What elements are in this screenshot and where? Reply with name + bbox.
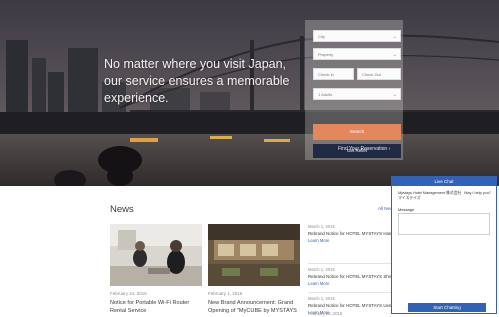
side-news-date: March 1, 2016 xyxy=(308,267,335,272)
start-chatting-button[interactable]: Start Chatting xyxy=(408,303,486,312)
side-news-headline[interactable]: Rebrand Notice for HOTEL MYSTAYS Ueno xyxy=(308,303,392,309)
find-reservation-link[interactable]: Find Your Reservation › xyxy=(338,146,390,152)
message-label: Message xyxy=(398,207,415,212)
news-thumbnail-wifi[interactable] xyxy=(110,224,202,286)
hero-headline: No matter where you visit Japan, our ser… xyxy=(104,57,290,105)
chevron-right-icon: › xyxy=(388,146,391,152)
live-chat-widget: Live Chat Mystays Hotel Management 株式会社マ… xyxy=(391,176,497,314)
hero-banner: No matter where you visit Japan, our ser… xyxy=(0,0,499,186)
divider xyxy=(308,263,392,264)
chat-help-text: May I help you? xyxy=(464,191,491,195)
search-button[interactable]: Search xyxy=(313,124,401,140)
city-select[interactable]: City ⌄ xyxy=(313,30,401,42)
guests-select-label: 1 Adults xyxy=(318,92,333,97)
side-news-item: March 1, 2016 Rebrand Notice for HOTEL M… xyxy=(308,267,392,286)
news-heading: News xyxy=(110,204,134,215)
chevron-down-icon: ⌄ xyxy=(392,92,397,98)
chat-organization: Mystays Hotel Management 株式会社マイステイズ xyxy=(398,191,462,200)
side-news-date: February 25, 2016 xyxy=(308,311,343,316)
message-textarea[interactable] xyxy=(398,213,490,235)
side-news-item: March 1, 2016 Rebrand Notice for HOTEL M… xyxy=(308,224,392,243)
news-headline-link[interactable]: Notice for Portable Wi-Fi Router Rental … xyxy=(110,299,206,315)
news-date: February 24, 2016 xyxy=(110,291,147,296)
side-news-date: March 1, 2016 xyxy=(308,296,335,301)
check-in-field[interactable]: Check In xyxy=(313,68,354,80)
chevron-down-icon: ⌄ xyxy=(392,52,397,58)
divider xyxy=(308,292,392,293)
side-news-item: February 25, 2016 xyxy=(308,311,392,316)
news-date: February 1, 2016 xyxy=(208,291,243,296)
news-thumbnail-mycube[interactable] xyxy=(208,224,300,286)
side-news-headline[interactable]: Rebrand Notice for HOTEL MYSTAYS Haneda … xyxy=(308,231,392,237)
news-photo-people xyxy=(110,224,202,286)
property-select[interactable]: Property ⌄ xyxy=(313,48,401,60)
news-photo-lobby xyxy=(208,224,300,286)
find-reservation-label: Find Your Reservation xyxy=(338,146,388,152)
side-news-headline[interactable]: Rebrand Notice for HOTEL MYSTAYS Shin-Os… xyxy=(308,274,392,280)
chevron-down-icon: ⌄ xyxy=(392,34,397,40)
check-in-label: Check In xyxy=(318,72,334,77)
check-out-field[interactable]: Check Out xyxy=(357,68,401,80)
news-headline-link[interactable]: New Brand Announcement: Grand Opening of… xyxy=(208,299,304,315)
chat-header[interactable]: Live Chat xyxy=(392,177,496,186)
learn-more-link[interactable]: Learn More xyxy=(308,238,392,243)
side-news-date: March 1, 2016 xyxy=(308,224,335,229)
check-out-label: Check Out xyxy=(362,72,381,77)
hotel-search-panel: City ⌄ Property ⌄ Check In Check Out 1 A… xyxy=(305,20,403,160)
learn-more-link[interactable]: Learn More xyxy=(308,281,392,286)
city-select-label: City xyxy=(318,34,325,39)
property-select-label: Property xyxy=(318,52,334,57)
guests-select[interactable]: 1 Adults ⌄ xyxy=(313,88,401,100)
